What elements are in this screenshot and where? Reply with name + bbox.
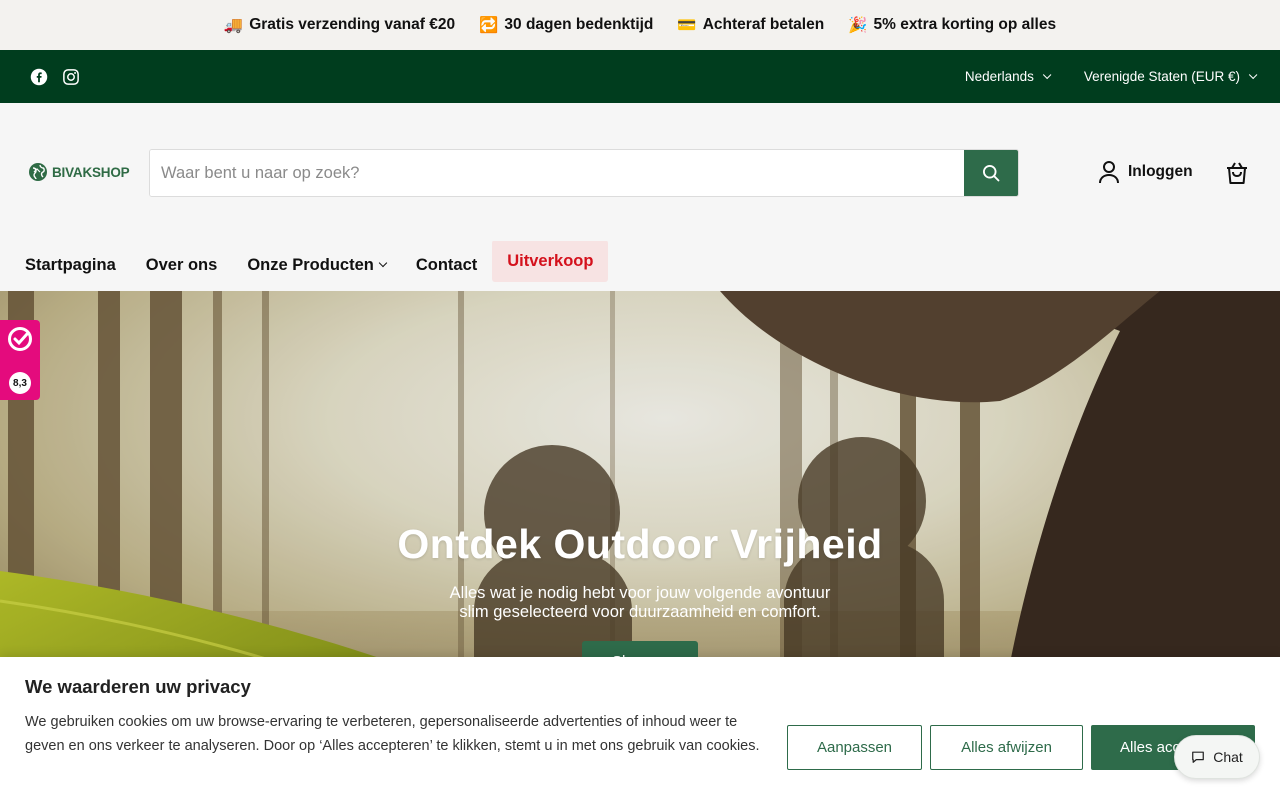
user-icon (1099, 161, 1119, 184)
language-label: Nederlands (964, 69, 1034, 84)
announcement-text: Gratis verzending vanaf €20 (249, 16, 456, 33)
review-check-icon (8, 327, 32, 351)
hero-subtitle: Alles wat je nodig hebt voor jouw volgen… (0, 584, 1280, 622)
announcement-text: 30 dagen bedenktijd (504, 16, 654, 33)
site-header: BIVAKSHOP Inloggen (0, 103, 1280, 241)
hero-subtitle-line: slim geselecteerd voor duurzaamheid en c… (459, 603, 821, 621)
cookie-text: We gebruiken cookies om uw browse-ervari… (25, 714, 760, 754)
cart-button[interactable] (1224, 160, 1250, 191)
review-widget[interactable]: 8,3 (0, 320, 40, 400)
chat-button[interactable]: Chat (1174, 735, 1260, 779)
hero-title: Ontdek Outdoor Vrijheid (397, 521, 883, 567)
chat-label: Chat (1213, 749, 1243, 765)
nav-item-onze-producten[interactable]: Onze Producten (232, 240, 401, 290)
cookie-banner: We waarderen uw privacy We gebruiken coo… (0, 657, 1280, 800)
announcement-item: 💳 Achteraf betalen (677, 16, 824, 35)
instagram-icon[interactable] (62, 68, 80, 86)
locale-selectors: Nederlands Verenigde Staten (EUR €) (964, 69, 1258, 84)
party-icon: 🎉 (848, 16, 868, 34)
cart-bag-icon (1227, 162, 1247, 184)
announcement-text: 5% extra korting op alles (873, 16, 1057, 33)
chevron-down-icon (1042, 70, 1052, 79)
announcement-item: 🚚 Gratis verzending vanaf €20 (224, 16, 455, 35)
login-label: Inloggen (1128, 163, 1193, 180)
search-icon (983, 165, 1000, 182)
currency-selector[interactable]: Verenigde Staten (EUR €) (1083, 69, 1258, 84)
review-score: 8,3 (9, 372, 31, 394)
search-button[interactable] (964, 150, 1018, 196)
announcement-bar: 🚚 Gratis verzending vanaf €20 🔁 30 dagen b… (0, 0, 1280, 50)
repeat-icon: 🔁 (479, 16, 499, 34)
reject-all-button[interactable]: Alles afwijzen (930, 725, 1083, 770)
nav-item-startpagina[interactable]: Startpagina (10, 240, 131, 290)
nav-item-over-ons[interactable]: Over ons (131, 240, 233, 290)
logo[interactable]: BIVAKSHOP (28, 162, 130, 182)
language-selector[interactable]: Nederlands (964, 69, 1052, 84)
cookie-title: We waarderen uw privacy (25, 676, 251, 697)
announcement-text: Achteraf betalen (702, 16, 825, 33)
credit-card-icon: 💳 (677, 16, 697, 34)
logo-text: BIVAKSHOP (52, 164, 130, 180)
utility-bar: Nederlands Verenigde Staten (EUR €) (0, 50, 1280, 103)
nav-item-contact[interactable]: Contact (401, 240, 492, 290)
social-links (30, 68, 80, 86)
facebook-icon[interactable] (30, 68, 48, 86)
search-bar (149, 149, 1019, 197)
globe-logo-icon (29, 163, 47, 181)
chat-bubble-icon (1192, 751, 1205, 763)
currency-label: Verenigde Staten (EUR €) (1083, 69, 1240, 84)
chevron-down-icon (378, 258, 388, 268)
customize-button[interactable]: Aanpassen (787, 725, 922, 770)
hero-subtitle-line: Alles wat je nodig hebt voor jouw volgen… (449, 584, 831, 602)
announcement-item: 🎉 5% extra korting op alles (848, 16, 1056, 35)
announcement-item: 🔁 30 dagen bedenktijd (479, 16, 653, 35)
main-nav: Startpagina Over ons Onze Producten Cont… (0, 240, 1280, 290)
chevron-down-icon (1248, 70, 1258, 79)
nav-item-label: Onze Producten (247, 255, 374, 274)
login-link[interactable]: Inloggen (1098, 160, 1193, 184)
truck-icon: 🚚 (223, 16, 244, 34)
search-input[interactable] (150, 150, 964, 196)
nav-item-uitverkoop[interactable]: Uitverkoop (492, 240, 609, 282)
